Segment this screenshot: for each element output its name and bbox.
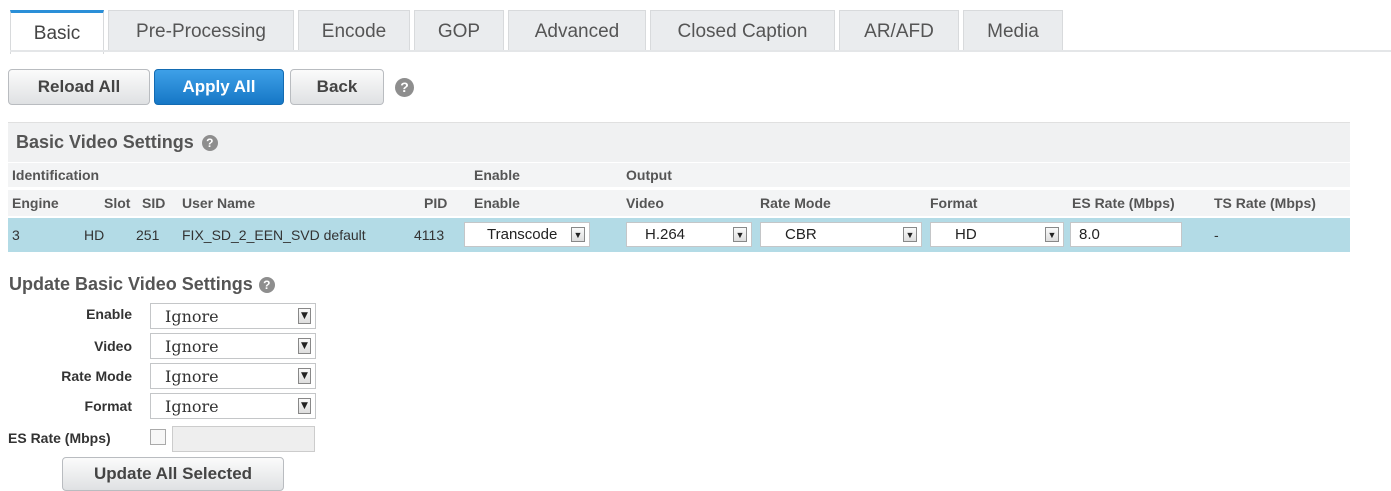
col-format: Format xyxy=(930,195,978,211)
dropdown-arrow-icon: ▼ xyxy=(298,308,311,324)
rate-mode-label: Rate Mode xyxy=(61,368,132,384)
update-rate-mode-select[interactable]: Ignore ▼ xyxy=(150,363,316,389)
dropdown-arrow-icon: ▼ xyxy=(903,227,917,242)
group-enable: Enable xyxy=(474,167,520,183)
format-label: Format xyxy=(84,398,132,414)
tab-encode[interactable]: Encode xyxy=(298,10,410,52)
col-rate-mode: Rate Mode xyxy=(760,195,831,211)
apply-all-button[interactable]: Apply All xyxy=(154,69,284,105)
update-format-value: Ignore xyxy=(165,396,219,416)
rate-mode-select[interactable]: CBR ▼ xyxy=(760,222,922,247)
cell-pid: 4113 xyxy=(414,227,445,243)
es-rate-label: ES Rate (Mbps) xyxy=(8,430,111,446)
column-group-row: Identification Enable Output xyxy=(8,163,1350,187)
dropdown-arrow-icon: ▼ xyxy=(298,368,311,384)
cell-engine: 3 xyxy=(12,227,20,243)
help-circle-icon[interactable]: ? xyxy=(258,276,275,293)
tab-media[interactable]: Media xyxy=(963,10,1063,52)
update-enable-select[interactable]: Ignore ▼ xyxy=(150,303,316,329)
es-rate-input[interactable]: 8.0 xyxy=(1070,222,1182,247)
enable-select-value: Transcode xyxy=(487,226,558,243)
update-format-select[interactable]: Ignore ▼ xyxy=(150,393,316,419)
col-slot: Slot xyxy=(104,195,131,211)
col-enable: Enable xyxy=(474,195,520,211)
tab-basic[interactable]: Basic xyxy=(10,10,104,54)
enable-select[interactable]: Transcode ▼ xyxy=(464,222,590,247)
table-row: 3 HD 251 FIX_SD_2_EEN_SVD default 4113 T… xyxy=(8,218,1350,252)
rate-mode-select-value: CBR xyxy=(785,226,817,243)
video-select[interactable]: H.264 ▼ xyxy=(626,222,752,247)
tab-bar: Basic Pre-Processing Encode GOP Advanced… xyxy=(0,0,1391,54)
cell-ts-rate: - xyxy=(1214,227,1219,243)
tab-ar-afd[interactable]: AR/AFD xyxy=(839,10,959,52)
col-user-name: User Name xyxy=(182,195,256,211)
video-select-value: H.264 xyxy=(645,226,686,243)
column-header-row: Engine Slot SID User Name PID Enable Vid… xyxy=(8,190,1350,216)
col-es-rate: ES Rate (Mbps) xyxy=(1072,195,1175,211)
col-pid: PID xyxy=(424,195,448,211)
tab-closed-caption[interactable]: Closed Caption xyxy=(650,10,835,52)
basic-video-settings-title: Basic Video Settings xyxy=(16,132,194,152)
enable-label: Enable xyxy=(86,306,132,322)
reload-all-button[interactable]: Reload All xyxy=(8,69,150,105)
tab-pre-processing[interactable]: Pre-Processing xyxy=(108,10,294,52)
col-ts-rate: TS Rate (Mbps) xyxy=(1214,195,1316,211)
video-label: Video xyxy=(94,338,132,354)
help-circle-icon[interactable]: ? xyxy=(395,78,414,97)
tab-gop[interactable]: GOP xyxy=(414,10,504,52)
help-circle-icon[interactable]: ? xyxy=(201,134,218,151)
dropdown-arrow-icon: ▼ xyxy=(298,398,311,414)
dropdown-arrow-icon: ▼ xyxy=(298,338,311,354)
cell-user-name: FIX_SD_2_EEN_SVD default xyxy=(182,227,366,243)
update-basic-video-settings-title: Update Basic Video Settings ? xyxy=(9,274,275,295)
col-video: Video xyxy=(626,195,664,211)
dropdown-arrow-icon: ▼ xyxy=(733,227,747,242)
back-button[interactable]: Back xyxy=(290,69,384,105)
dropdown-arrow-icon: ▼ xyxy=(571,227,585,242)
es-rate-update-input[interactable] xyxy=(172,426,315,452)
update-video-value: Ignore xyxy=(165,336,219,356)
group-output: Output xyxy=(626,167,672,183)
tab-advanced[interactable]: Advanced xyxy=(508,10,646,52)
tab-divider xyxy=(10,50,1391,52)
update-all-selected-button[interactable]: Update All Selected xyxy=(62,457,284,491)
format-select-value: HD xyxy=(955,226,977,243)
group-identification: Identification xyxy=(12,167,100,183)
update-title-text: Update Basic Video Settings xyxy=(9,274,253,294)
update-enable-value: Ignore xyxy=(165,306,219,326)
col-sid: SID xyxy=(142,195,166,211)
format-select[interactable]: HD ▼ xyxy=(930,222,1064,247)
cell-slot: HD xyxy=(84,227,105,243)
update-video-select[interactable]: Ignore ▼ xyxy=(150,333,316,359)
col-engine: Engine xyxy=(12,195,59,211)
es-rate-checkbox[interactable] xyxy=(150,429,166,445)
cell-sid: 251 xyxy=(136,227,160,243)
update-rate-mode-value: Ignore xyxy=(165,366,219,386)
basic-video-settings-header: Basic Video Settings ? xyxy=(8,122,1350,162)
dropdown-arrow-icon: ▼ xyxy=(1045,227,1059,242)
